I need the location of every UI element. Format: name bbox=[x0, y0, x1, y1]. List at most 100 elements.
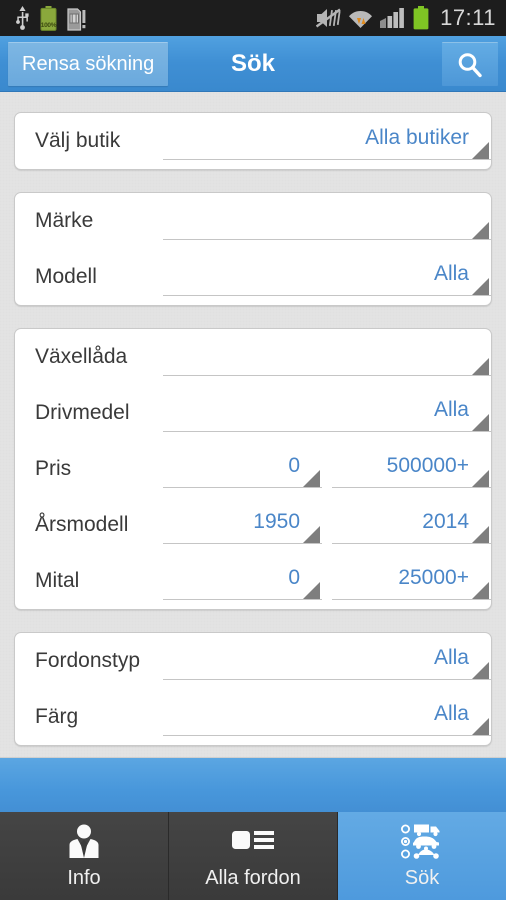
form-row: Modell Alla bbox=[15, 249, 491, 305]
spinner-underline bbox=[163, 599, 322, 600]
spinner-dropdown-icon bbox=[472, 278, 489, 295]
form-row: Fordonstyp Alla bbox=[15, 633, 491, 689]
spinner-underline bbox=[163, 679, 491, 680]
spinner-dropdown-icon bbox=[472, 582, 489, 599]
spinner-group: Alla bbox=[163, 249, 491, 305]
form-row: Välj butik Alla butiker bbox=[15, 113, 491, 169]
spinner-max[interactable]: 2014 bbox=[332, 497, 491, 553]
form-row: Växellåda bbox=[15, 329, 491, 385]
action-bar: Rensa sökning Sök bbox=[0, 36, 506, 92]
status-bar-right-icons: 17:11 bbox=[316, 0, 496, 36]
row-label: Välj butik bbox=[35, 129, 121, 152]
cellular-signal-icon bbox=[380, 8, 404, 28]
spinner-underline bbox=[332, 599, 491, 600]
spinner-dropdown-icon bbox=[472, 470, 489, 487]
spinner-value: 2014 bbox=[422, 510, 469, 533]
spinner-dropdown-icon bbox=[303, 526, 320, 543]
spinner-value: 1950 bbox=[253, 510, 300, 533]
spinner-group: 1950 2014 bbox=[163, 497, 491, 553]
spinner-group: Alla bbox=[163, 633, 491, 689]
nav-item-info[interactable]: Info bbox=[0, 812, 169, 900]
row-label: Modell bbox=[35, 265, 97, 288]
status-bar-left-icons: 100% bbox=[0, 5, 87, 31]
row-label: Pris bbox=[35, 457, 72, 480]
spinner-max[interactable]: 25000+ bbox=[332, 553, 491, 609]
clear-search-button[interactable]: Rensa sökning bbox=[8, 41, 169, 86]
nav-item-sök[interactable]: Sök bbox=[338, 812, 506, 900]
spinner-underline bbox=[163, 735, 491, 736]
spinner-select[interactable]: Alla bbox=[163, 633, 491, 689]
row-label: Mital bbox=[35, 569, 80, 592]
mute-icon bbox=[316, 8, 341, 28]
spinner-select[interactable] bbox=[163, 193, 491, 249]
make-model-card: Märke Modell Alla bbox=[14, 192, 492, 306]
bottom-navigation: Info Alla fordon Sök bbox=[0, 812, 506, 900]
spinner-select[interactable] bbox=[163, 329, 491, 385]
spinner-underline bbox=[163, 543, 322, 544]
spinner-group: Alla bbox=[163, 385, 491, 441]
footer-blue-strip bbox=[0, 757, 506, 812]
spinner-value: Alla bbox=[433, 646, 469, 669]
spinner-value: Alla bbox=[433, 262, 469, 285]
spinner-value: 0 bbox=[288, 566, 300, 589]
usb-icon bbox=[16, 6, 29, 30]
form-row: Årsmodell 1950 2014 bbox=[15, 497, 491, 553]
search-icon bbox=[458, 52, 482, 77]
list-thumbnail-icon bbox=[231, 822, 275, 862]
spinner-select[interactable]: Alla bbox=[163, 385, 491, 441]
spinner-group bbox=[163, 193, 491, 249]
spinner-dropdown-icon bbox=[472, 142, 489, 159]
battery-icon bbox=[413, 6, 429, 30]
spinner-group: Alla butiker bbox=[163, 113, 491, 169]
form-row: Drivmedel Alla bbox=[15, 385, 491, 441]
spinner-value: 0 bbox=[288, 454, 300, 477]
spinner-group: Alla bbox=[163, 689, 491, 745]
type-color-card: Fordonstyp Alla Färg Alla bbox=[14, 632, 492, 746]
spinner-min[interactable]: 0 bbox=[163, 441, 322, 497]
vehicle-select-icon bbox=[399, 822, 445, 862]
row-label: Märke bbox=[35, 209, 94, 232]
battery-percent-label: 100% bbox=[40, 21, 57, 29]
spinner-value: 500000+ bbox=[386, 454, 469, 477]
spinner-min[interactable]: 1950 bbox=[163, 497, 322, 553]
spinner-dropdown-icon bbox=[472, 662, 489, 679]
search-button[interactable] bbox=[442, 42, 498, 86]
form-row: Pris 0 500000+ bbox=[15, 441, 491, 497]
spinner-underline bbox=[163, 375, 491, 376]
spinner-value: Alla bbox=[433, 702, 469, 725]
spinner-group: 0 25000+ bbox=[163, 553, 491, 609]
spinner-underline bbox=[332, 543, 491, 544]
spinner-value: Alla butiker bbox=[365, 126, 469, 149]
spinner-underline bbox=[163, 431, 491, 432]
spinner-select[interactable]: Alla bbox=[163, 249, 491, 305]
spinner-underline bbox=[163, 487, 322, 488]
form-row: Märke bbox=[15, 193, 491, 249]
nav-item-label: Alla fordon bbox=[205, 867, 301, 889]
store-card: Välj butik Alla butiker bbox=[14, 112, 492, 170]
wifi-icon bbox=[349, 11, 373, 28]
clear-search-label: Rensa sökning bbox=[22, 52, 155, 75]
spinner-select[interactable]: Alla butiker bbox=[163, 113, 491, 169]
spinner-value: 25000+ bbox=[398, 566, 469, 589]
search-form-scroll[interactable]: Välj butik Alla butiker Märke Modell Alla Väx… bbox=[0, 92, 506, 757]
spinner-underline bbox=[163, 159, 491, 160]
form-row: Mital 0 25000+ bbox=[15, 553, 491, 609]
spinner-min[interactable]: 0 bbox=[163, 553, 322, 609]
spinner-select[interactable]: Alla bbox=[163, 689, 491, 745]
spinner-underline bbox=[163, 295, 491, 296]
spinner-max[interactable]: 500000+ bbox=[332, 441, 491, 497]
spinner-value: Alla bbox=[433, 398, 469, 421]
row-label: Fordonstyp bbox=[35, 649, 141, 672]
spinner-dropdown-icon bbox=[303, 470, 320, 487]
status-bar-clock: 17:11 bbox=[440, 5, 496, 30]
nav-item-alla-fordon[interactable]: Alla fordon bbox=[169, 812, 338, 900]
spinner-dropdown-icon bbox=[472, 222, 489, 239]
spinner-dropdown-icon bbox=[472, 718, 489, 735]
form-row: Färg Alla bbox=[15, 689, 491, 745]
sdcard-icon bbox=[67, 7, 86, 31]
spinner-underline bbox=[163, 239, 491, 240]
battery-100-icon: 100% bbox=[40, 5, 57, 31]
spinner-dropdown-icon bbox=[472, 358, 489, 375]
nav-item-label: Info bbox=[67, 867, 101, 889]
spinner-underline bbox=[332, 487, 491, 488]
